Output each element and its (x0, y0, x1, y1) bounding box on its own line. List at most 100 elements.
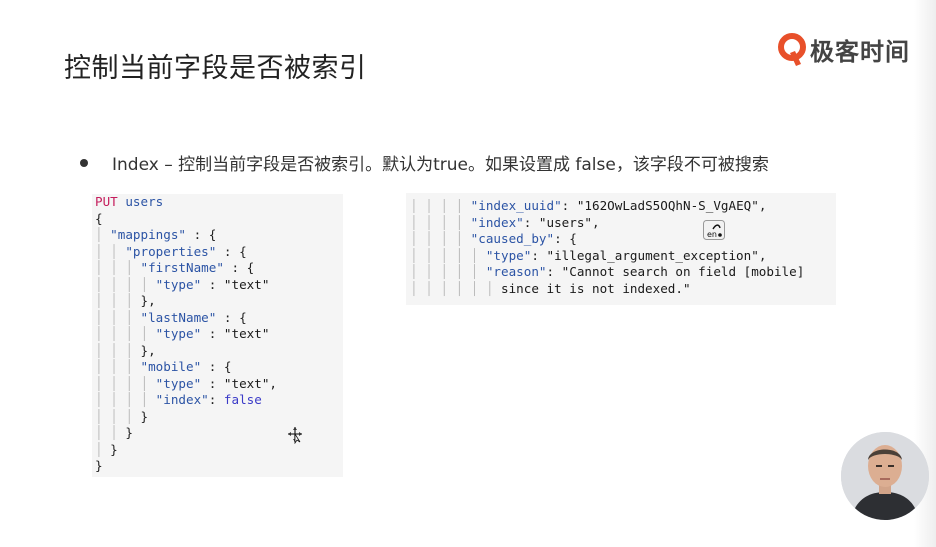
code-token: "illegal_argument_exception" (546, 247, 759, 263)
presenter-webcam (841, 432, 929, 520)
bullet-text: Index – 控制当前字段是否被索引。默认为true。如果设置成 false，… (112, 155, 769, 175)
geektime-logo-icon (778, 32, 806, 66)
code-token: "reason" (485, 264, 547, 279)
code-token: "type" (155, 326, 202, 341)
code-token: : (546, 264, 562, 279)
code-token: : { (554, 231, 577, 246)
brand-logo: 极客时间 (778, 32, 910, 67)
presenter-avatar (841, 432, 929, 520)
code-token: "Cannot search on field [mobile] (561, 264, 805, 279)
slide-title: 控制当前字段是否被索引 (64, 53, 367, 84)
indent-guide: │ │ │ (95, 408, 141, 424)
code-line: │ │ │ }, (95, 343, 343, 360)
code-token: "text" (223, 375, 270, 391)
code-line: } (95, 458, 343, 475)
request-code-block: PUT users{│ "mappings" : {│ │ "propertie… (92, 194, 343, 477)
indent-guide: │ │ │ (95, 359, 141, 374)
code-token: "text" (223, 276, 270, 292)
code-token: , (758, 198, 767, 213)
clipped-line (406, 193, 836, 199)
code-token: "type" (155, 375, 202, 391)
indent-guide: │ │ │ │ (95, 392, 156, 407)
code-token: "index_uuid" (470, 198, 562, 213)
code-line: │ │ │ │ "index_uuid": "162OwLadS5OQhN-S_… (410, 198, 836, 215)
move-cursor-icon (288, 427, 302, 444)
code-token: } (110, 441, 118, 457)
code-token: "type" (155, 276, 202, 292)
indent-guide: │ │ │ (95, 309, 141, 325)
code-token: "index" (155, 392, 209, 407)
code-token: "caused_by" (470, 231, 555, 246)
code-token: : { (201, 359, 232, 374)
code-line: │ │ │ }, (95, 293, 343, 310)
code-token: false (216, 392, 262, 407)
indent-guide: │ │ │ │ (410, 198, 471, 213)
indent-guide: │ │ │ │ (95, 326, 156, 341)
code-token: }, (140, 293, 156, 308)
code-token: "index" (470, 214, 524, 230)
indent-guide: │ │ │ │ (410, 231, 471, 246)
code-token: : (523, 214, 539, 230)
svg-text:en: en (707, 230, 717, 239)
indent-guide: │ (95, 227, 111, 242)
code-line: │ │ │ "firstName" : { (95, 260, 343, 277)
indent-guide: │ │ │ │ (410, 214, 471, 230)
code-token: : { (223, 260, 255, 275)
code-line: │ │ "properties" : { (95, 244, 343, 261)
code-token: "lastName" (140, 309, 217, 325)
code-token: , (758, 247, 767, 263)
code-token: : (201, 276, 224, 292)
indent-guide: │ (95, 441, 111, 457)
request-line: PUT users (95, 194, 343, 211)
code-line: │ │ │ │ │ │ since it is not indexed." (410, 281, 836, 298)
code-token: }, (140, 342, 156, 358)
code-line: │ │ │ "mobile" : { (95, 359, 343, 376)
code-line: │ │ │ │ "index": false (95, 392, 343, 409)
indent-guide: │ │ (95, 243, 126, 259)
code-line: │ │ │ │ "caused_by": { (410, 231, 836, 248)
indent-guide: │ │ │ │ │ (410, 264, 486, 279)
code-token: : { (216, 309, 247, 325)
http-method: PUT (95, 194, 118, 209)
code-line: │ │ │ │ "type" : "text", (95, 376, 343, 393)
code-token: "text" (223, 326, 270, 341)
code-token: : (201, 326, 224, 341)
code-token: : { (186, 227, 217, 242)
bullet-dot-icon (80, 158, 88, 167)
code-token: "162OwLadS5OQhN-S_VgAEQ" (576, 198, 759, 213)
code-token: , (592, 214, 600, 230)
code-token: "properties" (125, 243, 217, 259)
code-token: "mobile" (140, 359, 202, 374)
code-token: : (561, 198, 577, 213)
code-line: │ │ │ │ "type" : "text" (95, 277, 343, 294)
input-method-icon: en (703, 220, 725, 240)
code-token: "firstName" (140, 260, 224, 275)
code-token: "mappings" (110, 227, 186, 242)
code-line: │ │ │ } (95, 409, 343, 426)
response-code-block: │ │ │ │ "index_uuid": "162OwLadS5OQhN-S_… (406, 193, 836, 305)
code-token: : (531, 247, 547, 263)
code-token: "type" (485, 247, 532, 263)
code-line: │ │ │ "lastName" : { (95, 310, 343, 327)
request-target: users (117, 194, 164, 209)
code-token: } (125, 425, 133, 440)
code-token: : (201, 375, 224, 391)
indent-guide: │ │ │ │ │ (410, 247, 486, 263)
code-token: since it is not indexed." (501, 280, 691, 296)
indent-guide: │ │ (95, 425, 126, 440)
code-token: { (95, 210, 103, 226)
brand-name: 极客时间 (810, 38, 910, 66)
code-line: │ "mappings" : { (95, 227, 343, 244)
bullet-point: Index – 控制当前字段是否被索引。默认为true。如果设置成 false，… (80, 150, 769, 175)
code-line: │ } (95, 442, 343, 459)
code-line: │ │ } (95, 425, 343, 442)
code-line: │ │ │ │ │ "type": "illegal_argument_exce… (410, 248, 836, 265)
indent-guide: │ │ │ (95, 260, 141, 275)
code-line: │ │ │ │ │ "reason": "Cannot search on fi… (410, 264, 836, 281)
indent-guide: │ │ │ (95, 293, 141, 308)
indent-guide: │ │ │ (95, 342, 141, 358)
code-token: "users" (538, 214, 592, 230)
indent-guide: │ │ │ │ │ │ (410, 280, 501, 296)
code-line: │ │ │ │ "index": "users", (410, 215, 836, 232)
code-token: } (95, 458, 103, 473)
